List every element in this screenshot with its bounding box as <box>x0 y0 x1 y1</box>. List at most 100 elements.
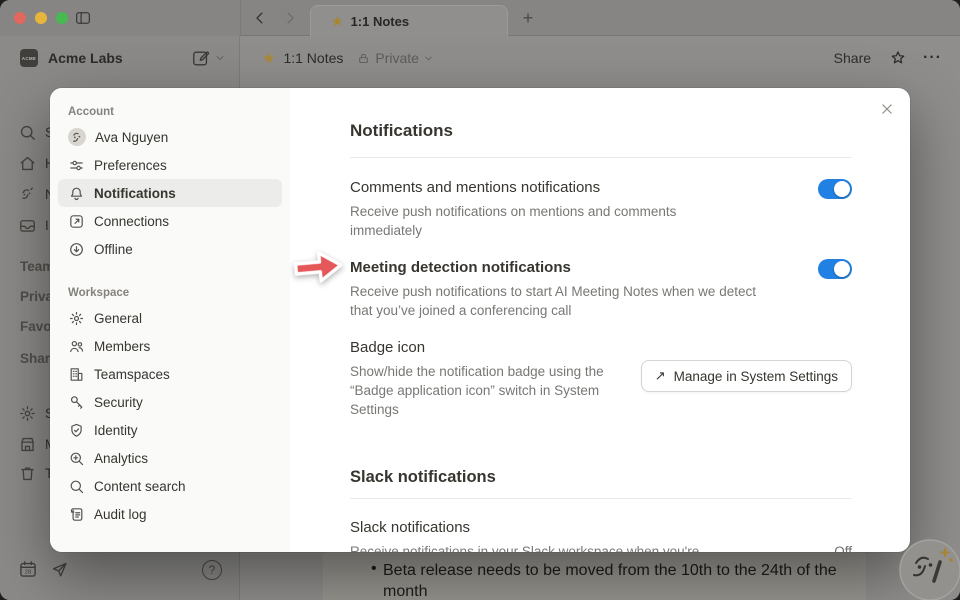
tab-1-1-notes[interactable]: ★ 1:1 Notes <box>310 5 508 36</box>
button-label: Manage in System Settings <box>674 369 838 384</box>
traffic-light-minimize[interactable] <box>35 12 47 24</box>
list-item: • Beta release needs to be moved from th… <box>371 560 861 600</box>
setting-description: Receive push notifications to start AI M… <box>350 282 770 320</box>
compose-chevron-down-icon[interactable] <box>214 52 226 64</box>
close-icon[interactable] <box>878 100 896 118</box>
slack-notifications-value[interactable]: Off <box>834 544 852 552</box>
settings-nav-audit-log[interactable]: Audit log <box>58 500 282 528</box>
settings-nav-identity[interactable]: Identity <box>58 416 282 444</box>
calendar-icon[interactable]: 28 <box>18 559 38 579</box>
toggle-knob <box>834 181 850 197</box>
svg-text:28: 28 <box>25 570 31 576</box>
trash-icon <box>18 464 37 483</box>
setting-description: Receive push notifications on mentions a… <box>350 202 718 240</box>
settings-modal: Account Ava Nguyen Preferences Notificat… <box>50 88 910 552</box>
manage-system-settings-button[interactable]: ↗ Manage in System Settings <box>641 360 852 392</box>
search-icon <box>18 123 37 142</box>
workspace-switcher[interactable]: ACME Acme Labs <box>0 36 240 80</box>
toggle-comments-mentions[interactable] <box>818 179 852 199</box>
settings-nav-connections[interactable]: Connections <box>58 207 282 235</box>
more-options-button[interactable]: ··· <box>923 49 942 67</box>
new-tab-button[interactable]: + <box>516 6 540 30</box>
settings-nav-teamspaces[interactable]: Teamspaces <box>58 360 282 388</box>
privacy-chevron-down-icon[interactable] <box>423 53 434 64</box>
lock-icon <box>357 52 370 65</box>
sidebar-footer: 28 ? <box>0 552 240 600</box>
magnifier-plus-icon <box>68 450 85 467</box>
divider <box>350 157 852 158</box>
favorite-star-outline-icon[interactable] <box>889 49 907 67</box>
people-icon <box>68 338 85 355</box>
setting-title: Badge icon <box>350 338 618 358</box>
settings-nav-members[interactable]: Members <box>58 332 282 360</box>
inbox-icon <box>18 216 37 235</box>
setting-title: Comments and mentions notifications <box>350 178 718 198</box>
settings-nav-security[interactable]: Security <box>58 388 282 416</box>
avatar <box>68 128 86 146</box>
compose-icon[interactable] <box>191 49 210 68</box>
setting-row-comments-mentions: Comments and mentions notifications Rece… <box>350 178 852 240</box>
external-link-box-icon <box>68 213 85 230</box>
settings-nav-offline[interactable]: Offline <box>58 235 282 263</box>
settings-nav-content-search[interactable]: Content search <box>58 472 282 500</box>
setting-title: Meeting detection notifications <box>350 258 770 278</box>
window-titlebar: ★ 1:1 Notes + <box>0 0 960 36</box>
app-window: ★ 1:1 Notes + ACME Acme Labs S H N <box>0 0 960 600</box>
tab-favorite-star-icon: ★ <box>331 14 344 28</box>
settings-nav-notifications[interactable]: Notifications <box>58 179 282 207</box>
setting-row-meeting-detection: Meeting detection notifications Receive … <box>350 258 852 320</box>
setting-description: Show/hide the notification badge using t… <box>350 362 618 419</box>
nav-back-icon[interactable] <box>251 9 269 27</box>
key-icon <box>68 394 85 411</box>
traffic-light-zoom[interactable] <box>56 12 68 24</box>
account-section-label: Account <box>58 105 282 119</box>
ai-cursor-badge <box>894 534 960 600</box>
scroll-icon <box>68 506 85 523</box>
setting-row-slack-notifications: Slack notifications Receive notification… <box>350 518 852 552</box>
traffic-light-close[interactable] <box>14 12 26 24</box>
download-circle-icon <box>68 241 85 258</box>
notion-ai-face-icon <box>18 185 37 204</box>
settings-sidebar: Account Ava Nguyen Preferences Notificat… <box>50 88 290 552</box>
settings-page-title: Notifications <box>350 120 852 142</box>
settings-nav-preferences[interactable]: Preferences <box>58 151 282 179</box>
annotation-arrow-icon <box>288 243 350 294</box>
external-link-icon: ↗ <box>655 368 666 384</box>
search-icon <box>68 478 85 495</box>
home-icon <box>18 154 37 173</box>
shield-check-icon <box>68 422 85 439</box>
gear-icon <box>18 404 37 423</box>
slack-section-title: Slack notifications <box>350 466 852 488</box>
breadcrumb-favorite-star-icon: ★ <box>262 51 275 66</box>
workspace-name: Acme Labs <box>48 50 191 66</box>
page-header: ★ 1:1 Notes Private Share ··· <box>240 36 960 80</box>
bullet-text: Beta release needs to be moved from the … <box>383 560 861 600</box>
workspace-logo: ACME <box>20 49 38 67</box>
building-icon <box>68 366 85 383</box>
bell-icon <box>68 185 85 202</box>
notes-block: • Beta release needs to be moved from th… <box>323 552 866 600</box>
bullet-dot: • <box>371 560 383 600</box>
marketplace-icon <box>18 435 37 454</box>
settings-nav-account[interactable]: Ava Nguyen <box>58 123 282 151</box>
share-button[interactable]: Share <box>834 50 871 66</box>
setting-row-badge-icon: Badge icon Show/hide the notification ba… <box>350 338 852 419</box>
sidebar-divider <box>240 0 241 36</box>
settings-nav-general[interactable]: General <box>58 304 282 332</box>
setting-description: Receive notifications in your Slack work… <box>350 542 699 552</box>
toggle-knob <box>834 261 850 277</box>
workspace-section-label: Workspace <box>58 286 282 300</box>
toggle-meeting-detection[interactable] <box>818 259 852 279</box>
sliders-icon <box>68 157 85 174</box>
tab-title: 1:1 Notes <box>351 14 410 29</box>
privacy-label[interactable]: Private <box>375 50 419 66</box>
setting-title: Slack notifications <box>350 518 852 538</box>
nav-forward-icon[interactable] <box>281 9 299 27</box>
settings-nav-analytics[interactable]: Analytics <box>58 444 282 472</box>
help-button[interactable]: ? <box>202 560 222 580</box>
breadcrumb-page-title[interactable]: 1:1 Notes <box>283 50 343 66</box>
settings-content: Notifications Comments and mentions noti… <box>290 88 910 552</box>
send-icon[interactable] <box>50 560 69 579</box>
sidebar-toggle-icon[interactable] <box>73 9 93 27</box>
gear-icon <box>68 310 85 327</box>
